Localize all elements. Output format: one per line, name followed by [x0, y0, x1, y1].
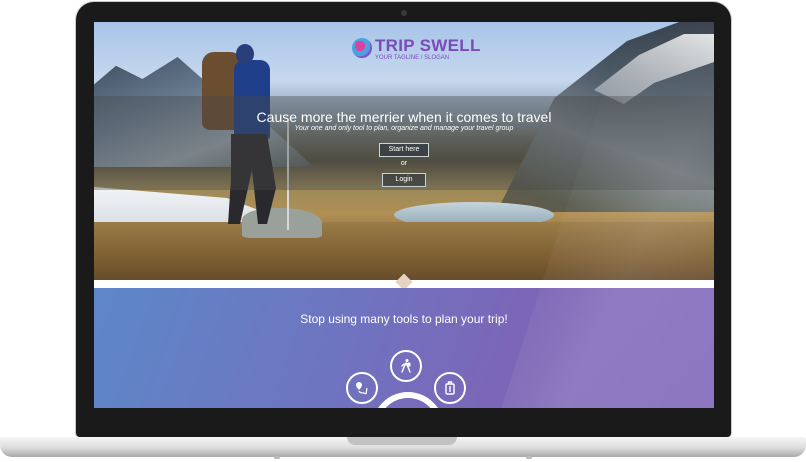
luggage-icon[interactable]	[434, 372, 466, 404]
laptop-screen: TRIP SWELL YOUR TAGLINE / SLOGAN Cause m…	[94, 22, 714, 408]
hiker-icon-graphic	[401, 359, 411, 373]
laptop-foot-right	[526, 456, 532, 459]
hiker-icon[interactable]	[390, 350, 422, 382]
camera-icon	[401, 10, 407, 16]
logo-title: TRIP SWELL	[375, 36, 481, 55]
login-button[interactable]: Login	[382, 173, 426, 187]
map-pin-route-icon-graphic	[356, 382, 368, 395]
logo[interactable]: TRIP SWELL YOUR TAGLINE / SLOGAN	[352, 36, 480, 66]
logo-icon	[352, 38, 372, 58]
laptop-foot-left	[274, 456, 280, 459]
laptop-base-notch	[347, 437, 457, 445]
hiker-head	[236, 44, 254, 64]
map-pin-route-icon[interactable]	[346, 372, 378, 404]
hero-rock	[242, 208, 322, 238]
logo-tagline: YOUR TAGLINE / SLOGAN	[375, 55, 450, 61]
luggage-icon-graphic	[445, 381, 455, 395]
start-here-button[interactable]: Start here	[379, 143, 429, 157]
